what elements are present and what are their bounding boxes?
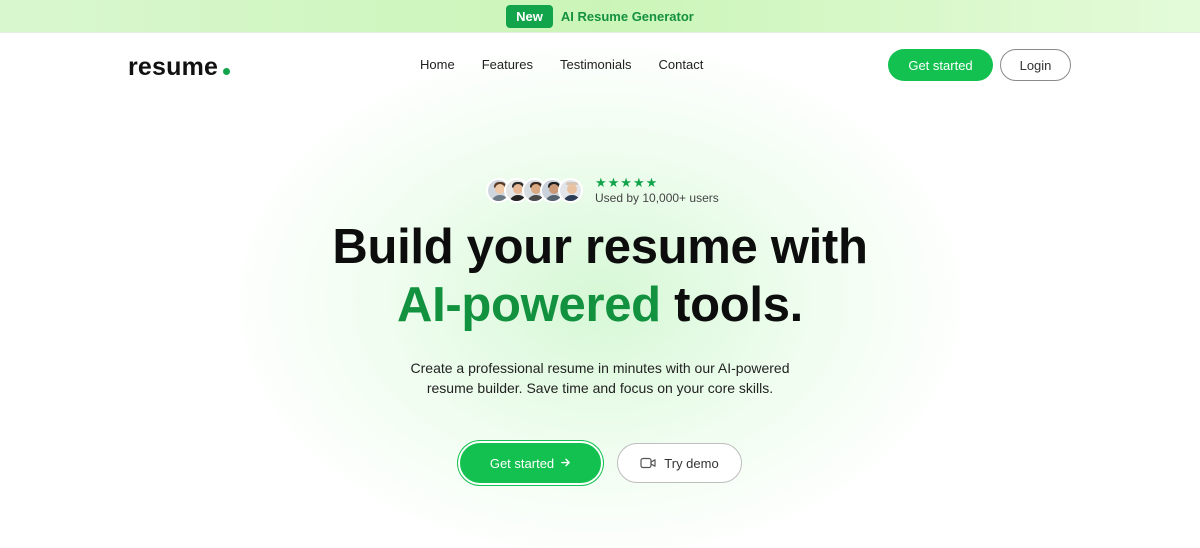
logo[interactable]: resume — [128, 53, 231, 82]
new-badge: New — [506, 4, 553, 28]
logo-text: resume — [128, 53, 219, 81]
nav-link-home[interactable]: Home — [420, 57, 455, 72]
headline-line-1: Build your resume with — [332, 220, 868, 274]
try-demo-button[interactable]: Try demo — [617, 443, 742, 483]
announcement-bar: New AI Resume Generator — [0, 0, 1200, 33]
announcement-text[interactable]: AI Resume Generator — [561, 9, 694, 24]
social-proof: ★★★★★ Used by 10,000+ users — [486, 176, 719, 205]
hero-get-started-label: Get started — [489, 455, 555, 471]
hero-get-started-button[interactable]: Get started — [458, 441, 603, 485]
users-count-text: Used by 10,000+ users — [595, 191, 719, 205]
hero-headline: Build your resume with AI-powered tools. — [0, 218, 1200, 334]
nav-get-started-button[interactable]: Get started — [888, 49, 993, 81]
headline-rest: tools. — [674, 278, 803, 332]
rating: ★★★★★ Used by 10,000+ users — [595, 175, 719, 206]
headline-accent: AI-powered — [397, 278, 661, 332]
user-avatars — [486, 178, 583, 203]
top-navigation: resume Home Features Testimonials Contac… — [0, 33, 1200, 97]
nav-link-contact[interactable]: Contact — [659, 57, 704, 72]
nav-links: Home Features Testimonials Contact — [420, 57, 703, 72]
logo-dot-icon — [223, 68, 231, 75]
try-demo-label: Try demo — [664, 455, 719, 471]
video-camera-icon — [640, 457, 656, 469]
nav-link-features[interactable]: Features — [482, 57, 533, 72]
login-button[interactable]: Login — [1000, 49, 1071, 81]
star-rating-icon: ★★★★★ — [595, 175, 659, 190]
hero-subtext: Create a professional resume in minutes … — [410, 360, 790, 396]
nav-link-testimonials[interactable]: Testimonials — [560, 57, 632, 72]
arrow-right-icon — [560, 456, 571, 471]
avatar — [558, 178, 583, 203]
